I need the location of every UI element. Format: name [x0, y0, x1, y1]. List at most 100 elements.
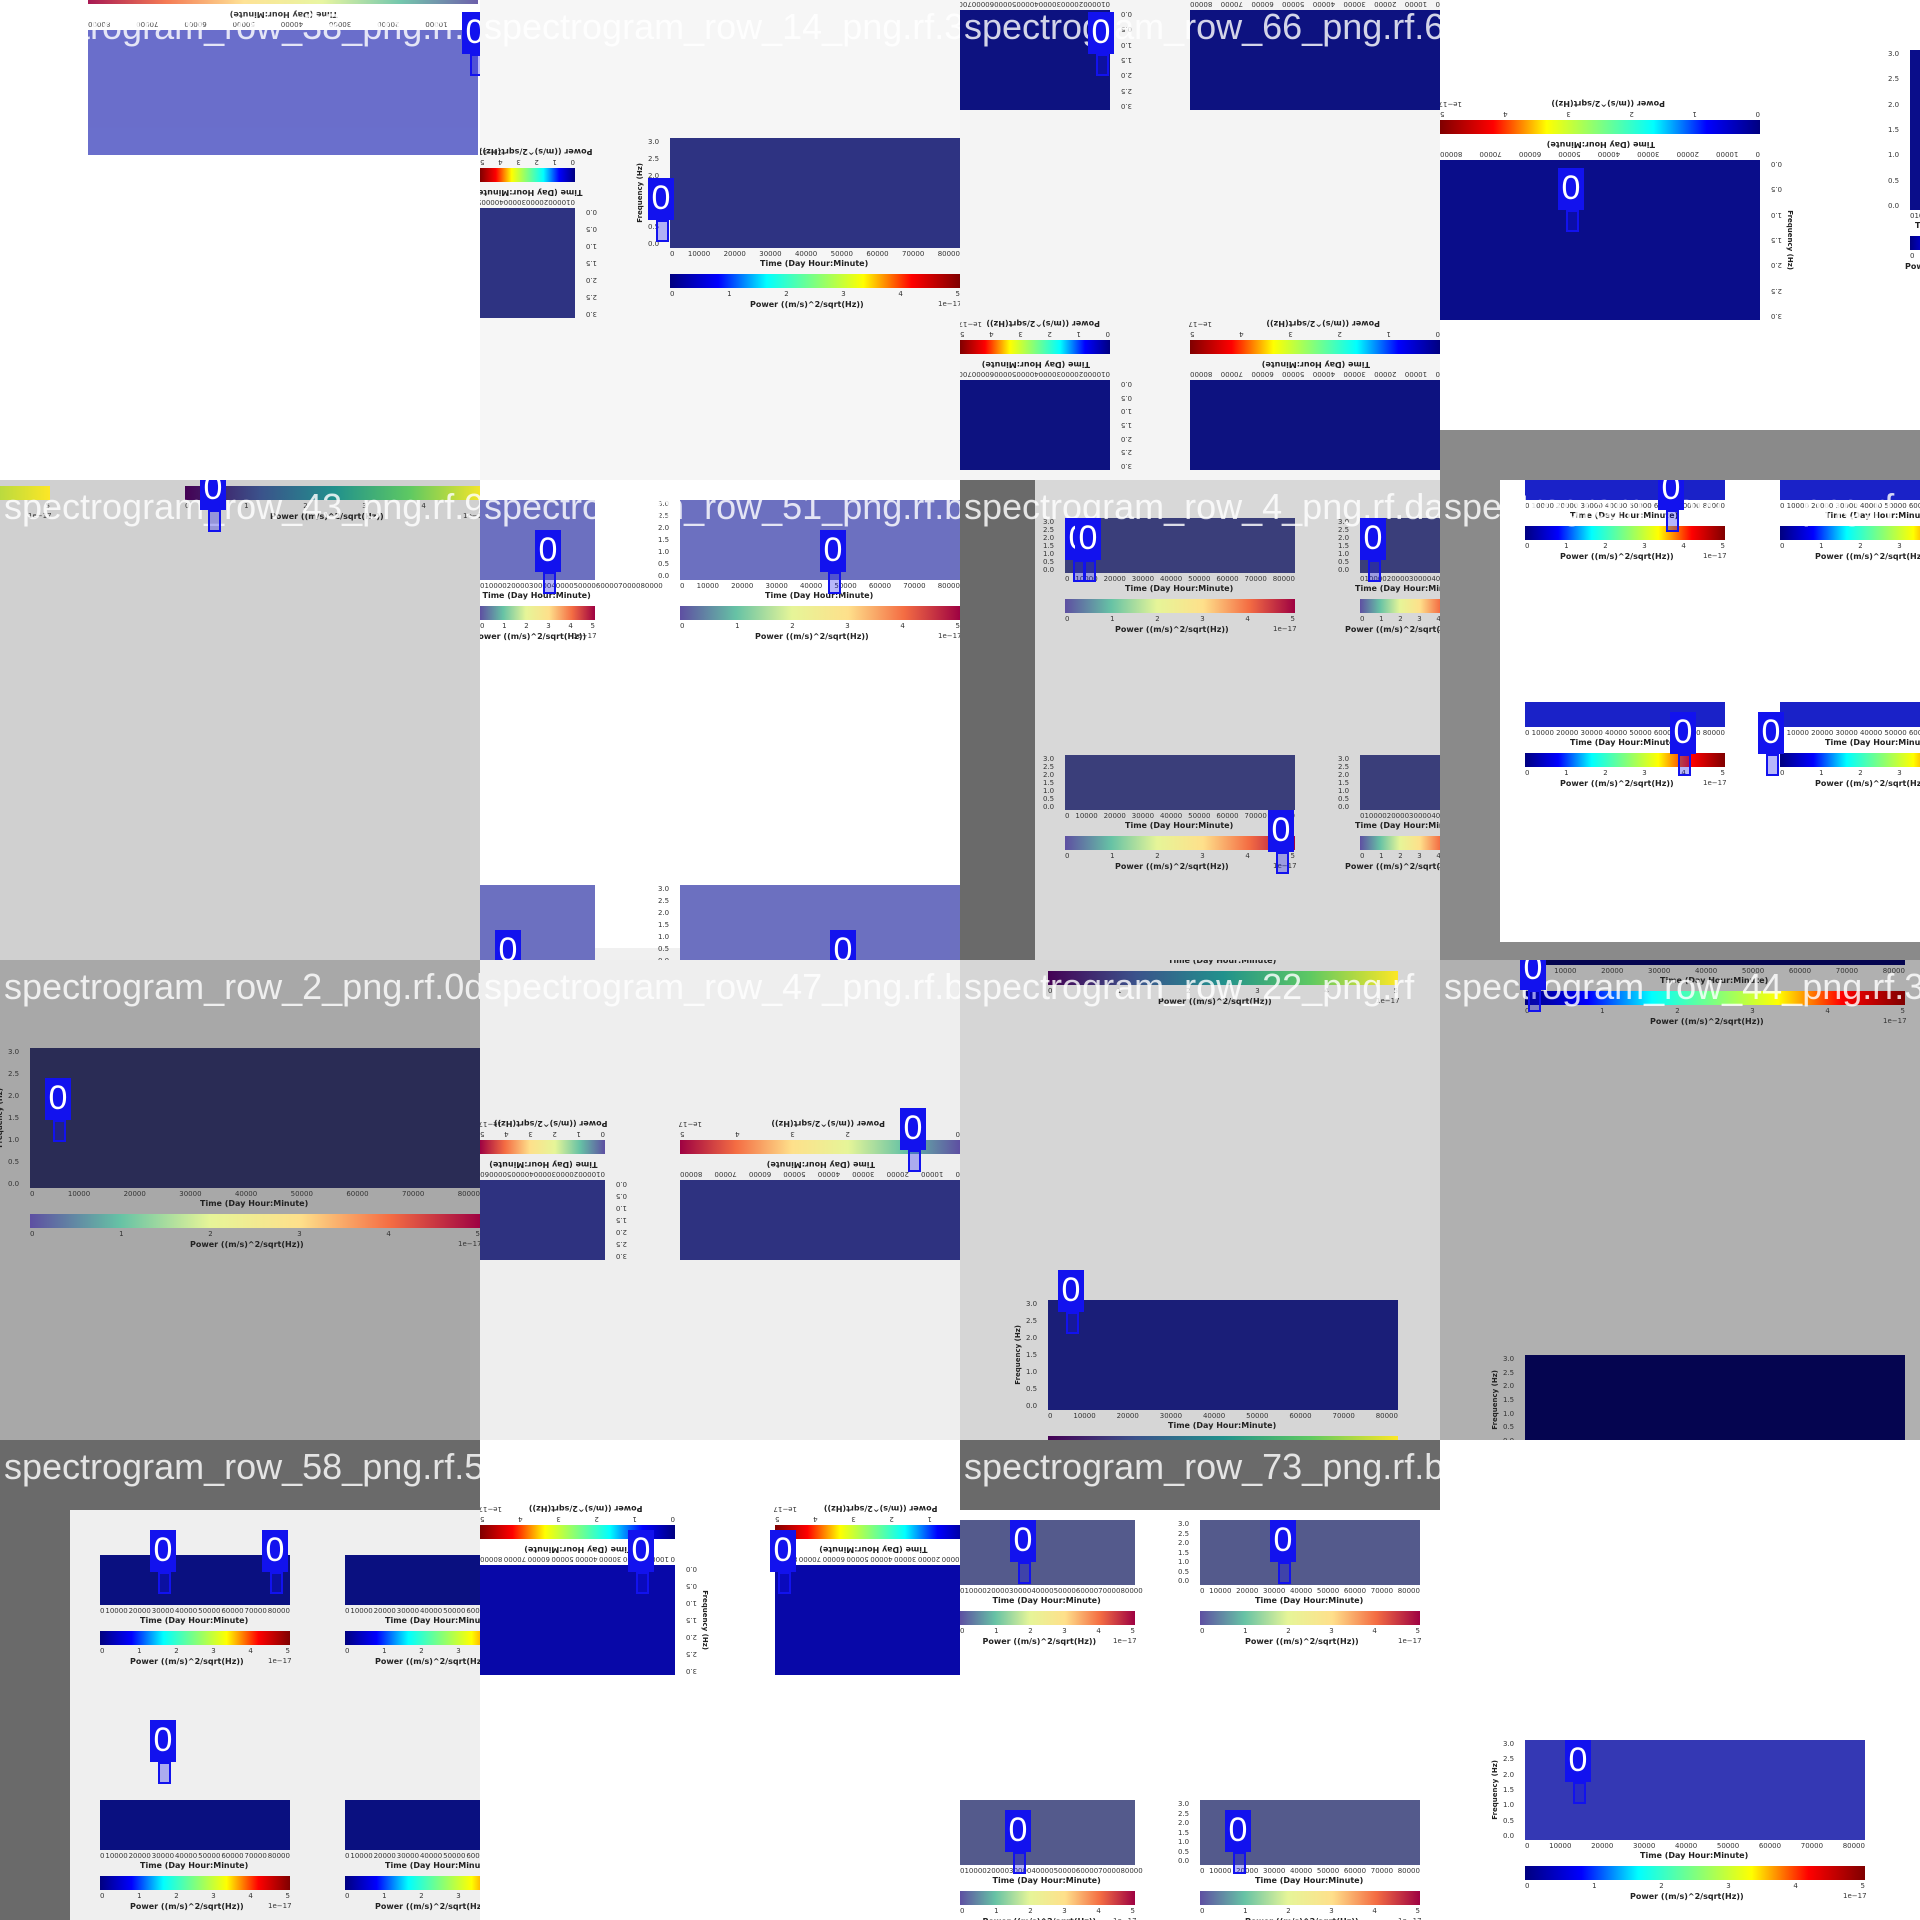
detection-label-box: 0: [495, 930, 521, 960]
x-tick-labels: 0100002000030000400005000060000700008000…: [1190, 370, 1440, 378]
y-tick-label: 0.5: [1026, 1385, 1038, 1393]
spectrogram-figure: 3.02.52.01.51.00.50.00100002000030000400…: [1178, 1520, 1422, 1655]
colorbar-tick-label: 4: [735, 1130, 740, 1138]
tile-filename-caption: spectrogram_row_43_png.rf.92768b01132255: [4, 486, 480, 527]
colorbar-exponent: 1e−17: [1273, 625, 1297, 633]
colorbar-tick-label: 5: [1290, 615, 1295, 623]
mosaic-tile: 3.02.52.01.51.00.50.00100002000030000400…: [480, 960, 960, 1440]
colorbar-tick-label: 3: [1642, 542, 1647, 550]
x-tick-label: 70000: [244, 1607, 267, 1615]
x-tick-label: 20000: [373, 1607, 396, 1615]
x-tick-label: 30000: [151, 1607, 175, 1615]
x-tick-label: 60000: [1075, 1587, 1099, 1595]
colorbar-exponent: 1e−17: [938, 300, 960, 308]
y-tick-label: 3.0: [1120, 462, 1132, 470]
y-tick-label: 3.0: [1503, 1740, 1515, 1748]
mosaic-tile: 3.02.52.01.51.00.50.00100002000030000400…: [960, 0, 1440, 480]
colorbar-label: Power ((m/s)^2/sqrt(Hz)): [1345, 625, 1440, 634]
colorbar: [680, 606, 960, 620]
x-tick-label: 50000: [198, 1852, 221, 1860]
spectrogram-plot-area: [1780, 702, 1920, 727]
y-tick-label: 3.0: [1338, 755, 1350, 763]
colorbar-tick-label: 2: [174, 1647, 179, 1655]
colorbar-tick-label: 4: [1372, 1907, 1377, 1915]
y-tick-label: 0.0: [685, 1565, 697, 1573]
colorbar-tick-labels: 012345: [480, 158, 575, 166]
x-tick-label: 0: [680, 582, 685, 590]
y-tick-label: 2.0: [1770, 261, 1782, 270]
colorbar-tick-label: 1: [1110, 852, 1115, 860]
x-tick-label: 30000: [151, 1852, 175, 1860]
colorbar-label: Power ((m/s)^2/sqrt(Hz)): [190, 1240, 304, 1249]
x-axis-label: Time (Day Hour:Minute): [385, 1861, 480, 1870]
colorbar-tick-labels: 012345: [1440, 110, 1760, 118]
colorbar-tick-label: 3: [1062, 1907, 1067, 1915]
y-tick-label: 2.5: [1338, 763, 1350, 771]
colorbar-tick-label: 2: [1286, 1907, 1291, 1915]
x-tick-labels: 0100002000030000400005000060000700008000…: [1780, 729, 1920, 737]
x-tick-label: 80000: [1375, 1412, 1398, 1420]
x-tick-label: 80000: [1397, 1867, 1420, 1875]
x-tick-labels: 0100002000030000400005000060000700008000…: [480, 1170, 605, 1178]
detection-label-box: 0: [262, 1530, 288, 1594]
y-tick-label: 0.0: [1338, 803, 1350, 811]
colorbar: [1780, 753, 1920, 767]
y-tick-label: 0.5: [1770, 185, 1782, 194]
x-tick-label: 40000: [794, 250, 818, 258]
x-tick-label: 20000: [1103, 575, 1126, 583]
x-tick-label: 50000: [1282, 370, 1305, 378]
spectrogram-plot-area: [680, 885, 960, 960]
detection-label-box: 0: [628, 1530, 654, 1594]
y-tick-label: 2.5: [1120, 86, 1132, 95]
colorbar-tick-label: 3: [1726, 1882, 1731, 1890]
x-tick-label: 0: [1525, 729, 1530, 737]
x-tick-label: 10000: [350, 1607, 373, 1615]
colorbar-tick-label: 2: [1047, 330, 1052, 338]
colorbar-tick-label: 0: [1525, 1882, 1530, 1890]
colorbar: [1440, 120, 1760, 134]
colorbar-tick-labels: 012345: [345, 1892, 480, 1900]
colorbar-exponent: 1e−17: [1703, 552, 1727, 560]
colorbar-tick-labels: 012345: [775, 1515, 960, 1523]
colorbar-tick-label: 2: [790, 622, 795, 630]
y-tick-label: 0.5: [1178, 1847, 1190, 1856]
colorbar-tick-label: 2: [594, 1515, 599, 1523]
x-tick-label: 70000: [618, 582, 641, 590]
spectrogram-figure: 3.02.52.01.51.00.50.00100002000030000400…: [960, 1800, 1143, 1920]
y-tick-label: 2.0: [1178, 1819, 1190, 1827]
x-axis-label: Time (Day Hour:Minute): [992, 1876, 1101, 1885]
x-tick-labels: 0100002000030000400005000060000700008000…: [1525, 1842, 1865, 1850]
colorbar-tick-label: 2: [889, 1515, 894, 1523]
colorbar: [960, 1891, 1135, 1905]
x-tick-label: 40000: [1604, 729, 1628, 737]
y-tick-label: 2.5: [1178, 1809, 1190, 1818]
colorbar-exponent: 1e−17: [773, 1505, 797, 1513]
x-tick-label: 10000: [105, 1607, 128, 1615]
colorbar-tick-label: 5: [590, 622, 595, 630]
detection-bounding-box: [1573, 1782, 1586, 1804]
x-tick-label: 20000: [123, 1190, 146, 1198]
x-tick-label: 50000: [1316, 1587, 1340, 1595]
colorbar-tick-label: 3: [1642, 769, 1647, 777]
x-tick-label: 60000: [1758, 1842, 1782, 1850]
x-tick-label: 40000: [234, 1190, 258, 1198]
colorbar: [1360, 836, 1440, 850]
detection-bounding-box: [53, 1120, 66, 1142]
spectrogram-figure: 3.02.52.01.51.00.50.00100002000030000400…: [480, 1110, 627, 1260]
x-tick-label: 50000: [480, 198, 481, 206]
y-axis-label: Frequency (Hz): [0, 1088, 4, 1148]
x-tick-label: 60000: [1075, 1867, 1099, 1875]
colorbar-tick-label: 0: [1065, 615, 1070, 623]
y-tick-label: 1.5: [615, 1216, 627, 1224]
colorbar: [775, 1525, 960, 1539]
x-tick-label: 30000: [1835, 729, 1858, 737]
spectrogram-plot-area: [1525, 1355, 1905, 1440]
colorbar-label: Power ((m/s)^2/sqrt(Hz)): [982, 1637, 1097, 1646]
colorbar-label: Power ((m/s)^2/sqrt(Hz)): [1560, 779, 1674, 788]
y-tick-label: 1.0: [1503, 1801, 1515, 1810]
colorbar-tick-label: 2: [1155, 852, 1160, 860]
colorbar-label: Power ((m/s)^2/sqrt(Hz)): [1115, 625, 1229, 634]
colorbar: [100, 1631, 290, 1645]
tile-filename-caption: spectrogram_row_73_png.rf.b2a7f3e5: [964, 1446, 1440, 1487]
colorbar-tick-label: 0: [480, 622, 485, 630]
